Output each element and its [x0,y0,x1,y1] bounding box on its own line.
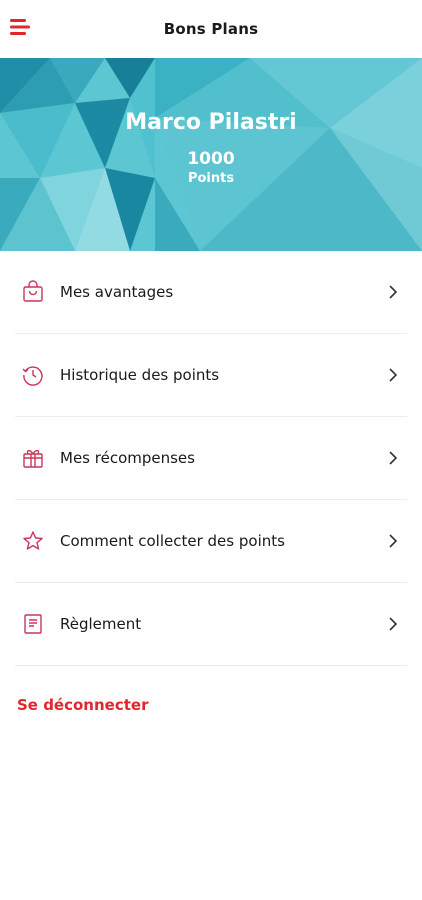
menu-item-label: Mes récompenses [60,449,195,467]
logout-button[interactable]: Se déconnecter [17,696,148,714]
document-icon [19,610,47,638]
menu-item-recompenses[interactable]: Mes récompenses [15,417,407,500]
chevron-right-icon [389,368,398,382]
menu-list: Mes avantages Historique des points Mes … [0,251,422,666]
chevron-right-icon [389,451,398,465]
menu-item-collecter-points[interactable]: Comment collecter des points [15,500,407,583]
history-icon [19,361,47,389]
user-name: Marco Pilastri [125,110,297,135]
app-header: Bons Plans [0,0,422,58]
menu-item-avantages[interactable]: Mes avantages [15,251,407,334]
points-label: Points [187,171,235,186]
menu-item-historique[interactable]: Historique des points [15,334,407,417]
hamburger-icon[interactable] [10,17,32,37]
menu-item-label: Comment collecter des points [60,532,285,550]
menu-item-label: Mes avantages [60,283,174,301]
menu-item-label: Règlement [60,615,142,633]
shopping-bag-icon [19,278,47,306]
profile-banner: Marco Pilastri 1000 Points [0,58,422,251]
chevron-right-icon [389,534,398,548]
menu-item-reglement[interactable]: Règlement [15,583,407,666]
chevron-right-icon [389,617,398,631]
star-icon [19,527,47,555]
page-title: Bons Plans [163,20,259,38]
chevron-right-icon [389,285,398,299]
points-value: 1000 [187,149,235,169]
gift-icon [19,444,47,472]
menu-item-label: Historique des points [60,366,220,384]
